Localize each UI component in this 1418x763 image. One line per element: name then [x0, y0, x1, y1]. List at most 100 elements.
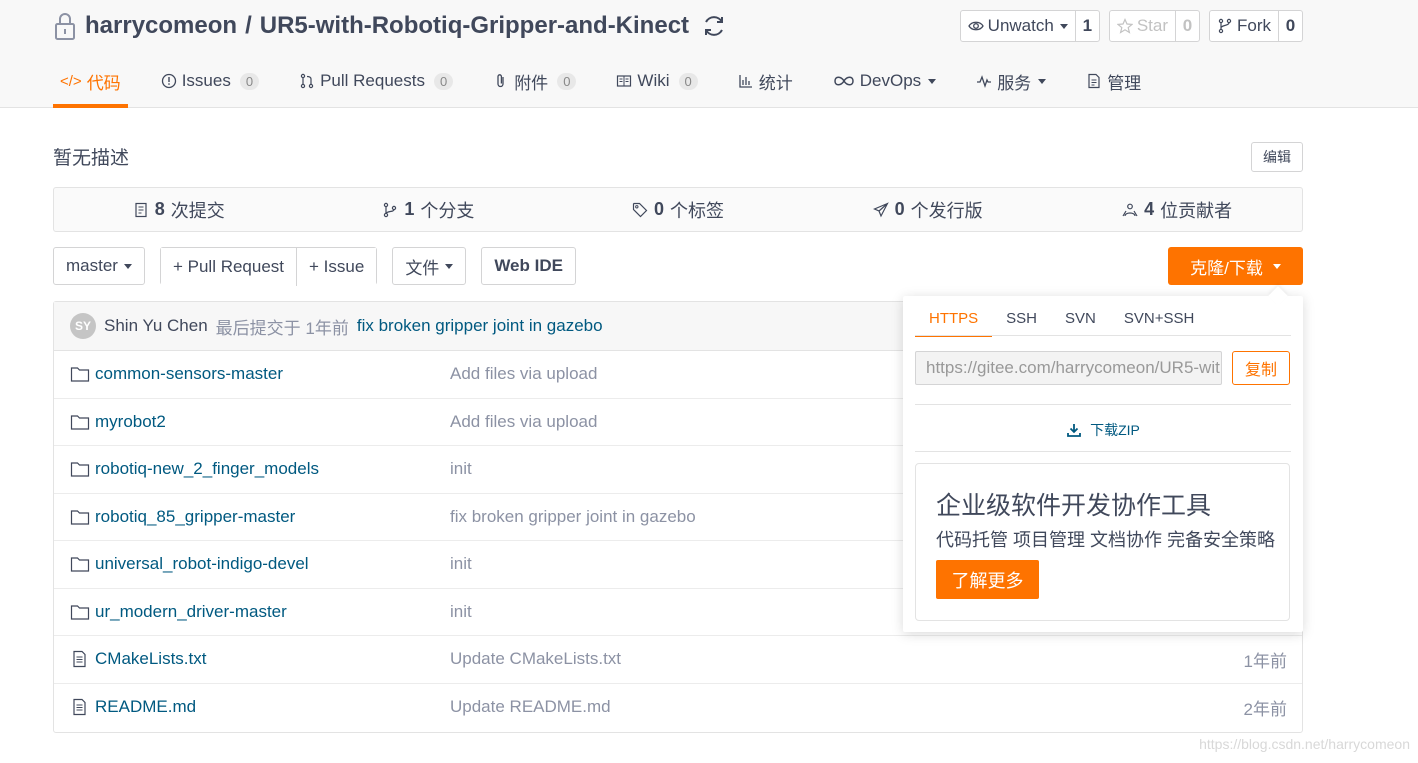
clone-protocol-tabs: HTTPS SSH SVN SVN+SSH — [915, 304, 1208, 337]
copy-url-button[interactable]: 复制 — [1232, 351, 1290, 385]
repo-actions: Unwatch 1 Star 0 Fork 0 — [959, 10, 1303, 42]
file-commit-message[interactable]: init — [450, 459, 472, 479]
edit-description-button[interactable]: 编辑 — [1251, 142, 1303, 172]
fork-count[interactable]: 0 — [1278, 11, 1302, 41]
file-commit-message[interactable]: Update README.md — [450, 697, 611, 717]
file-commit-message[interactable]: Update CMakeLists.txt — [450, 649, 621, 669]
stat-branches[interactable]: 1 个分支 — [304, 188, 554, 231]
tab-statistics[interactable]: 统计 — [731, 58, 800, 104]
tab-svn[interactable]: SVN — [1051, 304, 1110, 337]
repo-title: harrycomeon / UR5-with-Robotiq-Gripper-a… — [53, 8, 727, 44]
stat-tags[interactable]: 0 个标签 — [553, 188, 803, 231]
folder-icon — [70, 462, 90, 477]
tab-statistics-label: 统计 — [758, 73, 793, 93]
tab-services[interactable]: 服务 — [969, 58, 1053, 104]
file-menu-label: 文件 — [405, 258, 440, 278]
file-name-link[interactable]: CMakeLists.txt — [70, 649, 206, 669]
folder-icon — [70, 415, 90, 430]
file-name-link[interactable]: ur_modern_driver-master — [70, 602, 287, 622]
star-button[interactable]: Star 0 — [1108, 10, 1200, 42]
file-name-link[interactable]: common-sensors-master — [70, 364, 283, 384]
repo-owner-link[interactable]: harrycomeon — [85, 12, 237, 40]
file-name-link[interactable]: robotiq_85_gripper-master — [70, 507, 295, 527]
enterprise-promo-card: 企业级软件开发协作工具 代码托管 项目管理 文档协作 完备安全策略 了解更多 — [915, 463, 1290, 621]
fork-button[interactable]: Fork 0 — [1209, 10, 1303, 42]
folder-icon — [70, 510, 90, 525]
tab-svn-ssh[interactable]: SVN+SSH — [1110, 304, 1208, 337]
file-commit-message[interactable]: init — [450, 554, 472, 574]
file-name-link[interactable]: myrobot2 — [70, 412, 166, 432]
branch-name: master — [66, 256, 118, 275]
pull-request-icon — [300, 73, 314, 89]
tab-ssh[interactable]: SSH — [992, 304, 1051, 337]
tab-services-label: 服务 — [997, 73, 1032, 93]
tab-pull-requests-label: Pull Requests — [320, 71, 425, 90]
stat-commits[interactable]: 8 次提交 — [54, 188, 304, 231]
file-commit-message[interactable]: Add files via upload — [450, 364, 597, 384]
tab-issues[interactable]: Issues 0 — [154, 58, 266, 104]
file-name: robotiq_85_gripper-master — [95, 506, 296, 526]
file-name: common-sensors-master — [95, 364, 283, 384]
file-name: ur_modern_driver-master — [95, 601, 287, 621]
table-row: CMakeLists.txt Update CMakeLists.txt 1年前 — [54, 636, 1302, 684]
clone-url-input[interactable] — [915, 351, 1222, 385]
web-ide-button[interactable]: Web IDE — [481, 247, 576, 285]
stat-releases[interactable]: 0 个发行版 — [803, 188, 1053, 231]
tags-count: 0 — [653, 199, 664, 219]
folder-icon — [70, 367, 90, 382]
commits-icon — [135, 202, 147, 217]
file-commit-message[interactable]: Add files via upload — [450, 412, 597, 432]
chevron-down-icon — [123, 263, 132, 269]
fork-icon — [1218, 18, 1232, 34]
download-zip-link[interactable]: 下载ZIP — [903, 420, 1303, 440]
commit-author[interactable]: Shin Yu Chen — [104, 316, 208, 336]
clone-download-button[interactable]: 克隆/下载 — [1168, 247, 1303, 285]
tab-issues-label: Issues — [181, 71, 231, 90]
tab-wiki[interactable]: Wiki 0 — [609, 58, 704, 104]
file-commit-message[interactable]: fix broken gripper joint in gazebo — [450, 507, 696, 527]
new-pr-issue-group: + Pull Request + Issue — [159, 247, 378, 286]
releases-count: 0 — [894, 199, 905, 219]
tab-attachments[interactable]: 附件 0 — [486, 58, 583, 104]
branches-count: 1 — [404, 199, 415, 219]
file-commit-message[interactable]: init — [450, 602, 472, 622]
divider — [915, 404, 1291, 405]
file-name-link[interactable]: README.md — [70, 697, 196, 717]
star-label: Star — [1136, 16, 1168, 35]
tab-https[interactable]: HTTPS — [915, 304, 993, 337]
sync-icon[interactable] — [701, 13, 727, 39]
tab-devops-label: DevOps — [859, 71, 922, 90]
branch-icon — [384, 202, 397, 217]
star-icon — [1116, 18, 1133, 34]
file-name-link[interactable]: universal_robot-indigo-devel — [70, 554, 309, 574]
chevron-down-icon — [928, 78, 937, 84]
file-name: myrobot2 — [95, 411, 166, 431]
watermark: https://blog.csdn.net/harrycomeon — [1199, 736, 1410, 752]
new-pull-request-button[interactable]: + Pull Request — [160, 248, 297, 286]
divider — [915, 451, 1291, 452]
learn-more-button[interactable]: 了解更多 — [936, 560, 1039, 599]
watch-button[interactable]: Unwatch 1 — [959, 10, 1100, 42]
branch-selector[interactable]: master — [53, 247, 145, 285]
tab-devops[interactable]: DevOps — [826, 58, 943, 104]
chevron-down-icon — [1038, 78, 1047, 84]
watch-label: Unwatch — [987, 16, 1054, 35]
watch-count[interactable]: 1 — [1074, 11, 1099, 41]
repo-tabs: </> 代码 Issues 0 Pull Requests 0 附件 0 Wik… — [53, 58, 1174, 108]
avatar[interactable]: SY — [70, 313, 96, 339]
book-icon — [617, 75, 632, 87]
stat-contributors[interactable]: 4 位贡献者 — [1052, 188, 1302, 231]
star-count[interactable]: 0 — [1175, 11, 1199, 41]
tab-code[interactable]: </> 代码 — [53, 58, 128, 108]
fork-label: Fork — [1237, 16, 1271, 35]
new-issue-button[interactable]: + Issue — [296, 248, 377, 286]
issues-count-badge: 0 — [239, 72, 260, 90]
file-name: universal_robot-indigo-devel — [95, 554, 309, 574]
tab-manage[interactable]: 管理 — [1079, 58, 1148, 104]
tab-pull-requests[interactable]: Pull Requests 0 — [292, 58, 460, 104]
commit-message-link[interactable]: fix broken gripper joint in gazebo — [357, 316, 603, 336]
repo-name-link[interactable]: UR5-with-Robotiq-Gripper-and-Kinect — [260, 12, 689, 40]
file-menu-button[interactable]: 文件 — [392, 247, 467, 285]
file-name-link[interactable]: robotiq-new_2_finger_models — [70, 459, 319, 479]
contributors-count: 4 — [1144, 199, 1155, 219]
